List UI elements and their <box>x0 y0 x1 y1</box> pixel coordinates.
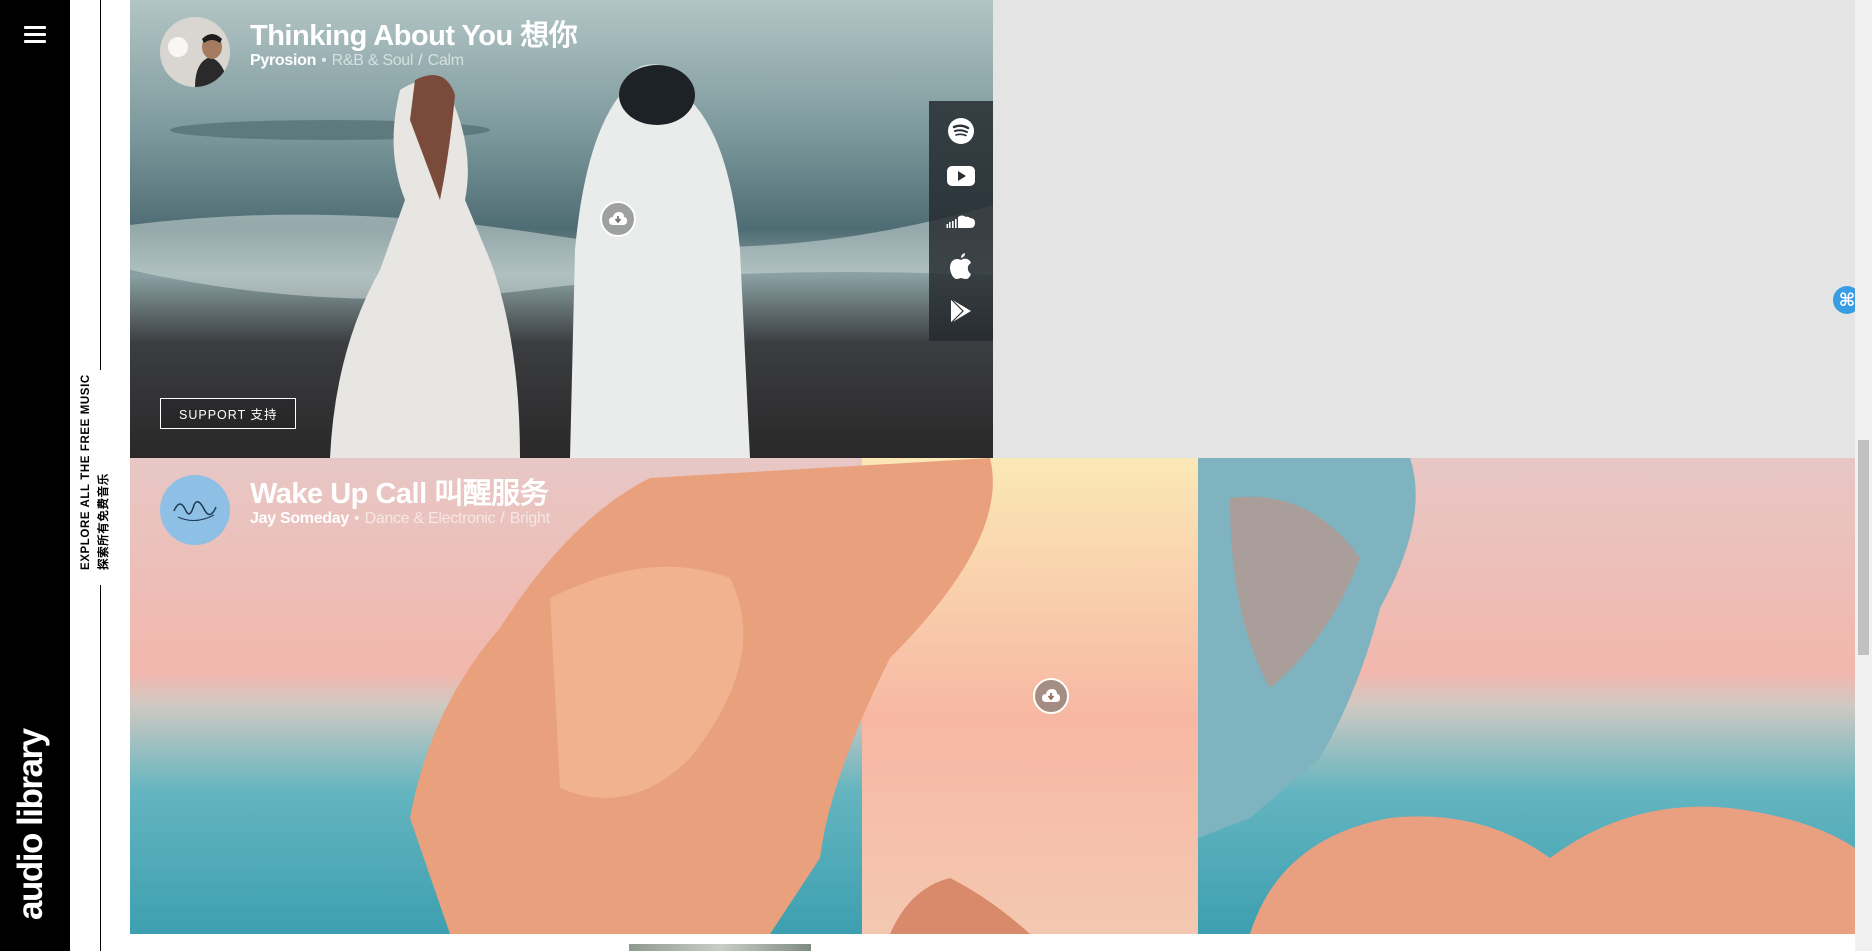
next-track-thumbnail[interactable] <box>629 944 811 951</box>
apple-icon[interactable] <box>946 251 976 281</box>
track-meta: Jay Someday • Dance & Electronic / Bright <box>250 510 550 528</box>
artist-avatar[interactable] <box>160 475 230 545</box>
streaming-links-panel <box>929 101 993 341</box>
meta-separator-slash: / <box>418 52 423 69</box>
meta-separator-dot: • <box>321 52 327 69</box>
explore-label-en: EXPLORE ALL THE FREE MUSIC <box>80 374 92 570</box>
sidebar: audio library <box>0 0 70 951</box>
soundcloud-icon[interactable] <box>946 206 976 236</box>
cloud-download-icon <box>1042 689 1060 702</box>
artist-link[interactable]: Jay Someday <box>250 510 349 527</box>
hamburger-menu-icon[interactable] <box>24 26 46 44</box>
track-meta: Pyrosion • R&B & Soul / Calm <box>250 52 464 70</box>
explore-label-zh: 探索所有免费音乐 <box>97 473 110 570</box>
divider <box>100 585 101 951</box>
scrollbar[interactable] <box>1855 0 1872 951</box>
track-title[interactable]: Wake Up Call 叫醒服务 <box>250 470 549 512</box>
scrollbar-thumb[interactable] <box>1858 440 1869 655</box>
support-button[interactable]: SUPPORT 支持 <box>160 398 297 429</box>
artist-avatar[interactable] <box>160 17 230 87</box>
genre-link[interactable]: Dance & Electronic <box>365 510 496 527</box>
download-button[interactable] <box>600 201 636 237</box>
meta-separator-dot: • <box>353 510 360 527</box>
track-card[interactable]: Thinking About You 想你 Pyrosion • R&B & Sou… <box>130 0 993 458</box>
empty-panel <box>993 0 1855 458</box>
mood-link[interactable]: Bright <box>510 510 550 527</box>
youtube-icon[interactable] <box>946 161 976 191</box>
explore-label[interactable]: EXPLORE ALL THE FREE MUSIC 探索所有免费音乐 <box>78 374 114 570</box>
divider <box>100 0 101 370</box>
spotify-icon[interactable] <box>946 116 976 146</box>
google-play-icon[interactable] <box>946 296 976 326</box>
track-title[interactable]: Thinking About You 想你 <box>250 12 578 54</box>
track-card[interactable]: Wake Up Call 叫醒服务 Jay Someday • Dance & El… <box>130 458 1855 934</box>
brand-logo[interactable]: audio library <box>11 729 50 920</box>
artist-link[interactable]: Pyrosion <box>250 52 316 69</box>
cloud-download-icon <box>609 212 627 225</box>
track-artwork <box>130 458 1855 934</box>
genre-link[interactable]: R&B & Soul <box>332 52 414 69</box>
download-button[interactable] <box>1033 678 1069 714</box>
mood-link[interactable]: Calm <box>428 52 464 69</box>
meta-separator-slash: / <box>500 510 505 527</box>
